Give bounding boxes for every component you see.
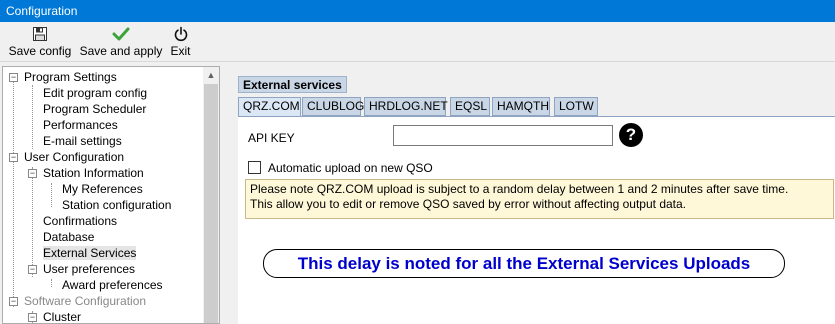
tree-item-label: Edit program config xyxy=(43,86,148,100)
tree-item-label: Station configuration xyxy=(62,198,172,212)
scroll-up-arrow-icon[interactable]: ▲ xyxy=(203,67,219,83)
save-config-label: Save config xyxy=(8,44,72,58)
note-line-2: This allow you to edit or remove QSO sav… xyxy=(250,197,687,211)
auto-upload-checkbox[interactable] xyxy=(248,161,261,174)
tree-item-label: Program Settings xyxy=(24,70,117,84)
tree-item-performances[interactable]: Performances xyxy=(43,117,118,133)
tree-item-external-services[interactable]: External Services xyxy=(43,245,137,261)
delay-banner: This delay is noted for all the External… xyxy=(263,249,785,278)
tab-hrdlog-net[interactable]: HRDLOG.NET xyxy=(364,97,448,116)
save-and-apply-button[interactable]: Save and apply xyxy=(78,26,164,60)
tree-item-edit-program-config[interactable]: Edit program config xyxy=(43,85,147,101)
tree-item-label: Station Information xyxy=(43,166,144,180)
floppy-disk-icon xyxy=(6,26,74,44)
toolbar: Save config Save and apply Exit xyxy=(0,22,835,62)
tree-item-email-settings[interactable]: E-mail settings xyxy=(43,133,122,149)
exit-button[interactable]: Exit xyxy=(167,26,194,60)
tree-item-program-scheduler[interactable]: Program Scheduler xyxy=(43,101,146,117)
tree-item-label: External Services xyxy=(43,246,137,260)
settings-tree: − Program Settings Edit program config P… xyxy=(2,66,220,324)
tree-connector xyxy=(32,85,33,149)
upload-delay-note: Please note QRZ.COM upload is subject to… xyxy=(245,179,834,219)
window-title: Configuration xyxy=(0,0,835,22)
tree-item-award-preferences[interactable]: Award preferences xyxy=(62,277,163,293)
scroll-thumb[interactable] xyxy=(204,84,218,323)
tree-item-label: User preferences xyxy=(43,262,136,276)
tree-item-label: Cluster xyxy=(43,310,82,324)
tree-item-label: Program Scheduler xyxy=(43,102,147,116)
tree-item-label: User Configuration xyxy=(24,150,125,164)
exit-label: Exit xyxy=(170,44,191,58)
tree-scrollbar[interactable]: ▲ xyxy=(203,67,219,323)
tree-item-database[interactable]: Database xyxy=(43,229,94,245)
power-icon xyxy=(167,26,194,44)
collapse-icon[interactable]: − xyxy=(28,265,37,274)
tab-clublog[interactable]: CLUBLOG xyxy=(302,97,364,116)
tree-item-label: Performances xyxy=(43,118,118,132)
tree-connector xyxy=(51,279,52,287)
tree-item-label: My References xyxy=(62,182,143,196)
help-icon[interactable]: ? xyxy=(619,123,643,147)
collapse-icon[interactable]: − xyxy=(9,73,18,82)
tree-connector xyxy=(32,167,33,277)
collapse-icon[interactable]: − xyxy=(9,297,18,306)
tree-item-label: Database xyxy=(43,230,95,244)
qrz-tab-content: API KEY ? Automatic upload on new QSO Pl… xyxy=(238,116,835,324)
tree-item-label: Award preferences xyxy=(62,278,163,292)
auto-upload-label: Automatic upload on new QSO xyxy=(268,161,433,175)
tree-connector xyxy=(13,79,14,307)
save-config-button[interactable]: Save config xyxy=(6,26,74,60)
tree-item-label: E-mail settings xyxy=(43,134,122,148)
tab-lotw[interactable]: LOTW xyxy=(554,97,598,116)
tab-qrz-com[interactable]: QRZ.COM xyxy=(238,97,301,117)
tree-item-station-configuration[interactable]: Station configuration xyxy=(62,197,171,213)
tree-item-label: Confirmations xyxy=(43,214,118,228)
tab-hamqth[interactable]: HAMQTH xyxy=(492,97,550,116)
save-and-apply-label: Save and apply xyxy=(79,44,163,58)
tab-eqsl[interactable]: EQSL xyxy=(450,97,490,116)
collapse-icon[interactable]: − xyxy=(9,153,18,162)
collapse-icon[interactable]: − xyxy=(28,169,37,178)
checkmark-icon xyxy=(78,26,164,44)
api-key-label: API KEY xyxy=(248,131,295,145)
section-title: External services xyxy=(238,76,347,93)
tree-connector xyxy=(51,183,52,207)
tree-item-confirmations[interactable]: Confirmations xyxy=(43,213,117,229)
api-key-input[interactable] xyxy=(393,125,613,146)
external-services-panel: External services QRZ.COM CLUBLOG HRDLOG… xyxy=(238,66,835,324)
collapse-icon[interactable]: − xyxy=(28,313,37,322)
note-line-1: Please note QRZ.COM upload is subject to… xyxy=(250,182,789,196)
tree-item-my-references[interactable]: My References xyxy=(62,181,143,197)
tree-item-label: Software Configuration xyxy=(24,294,147,308)
